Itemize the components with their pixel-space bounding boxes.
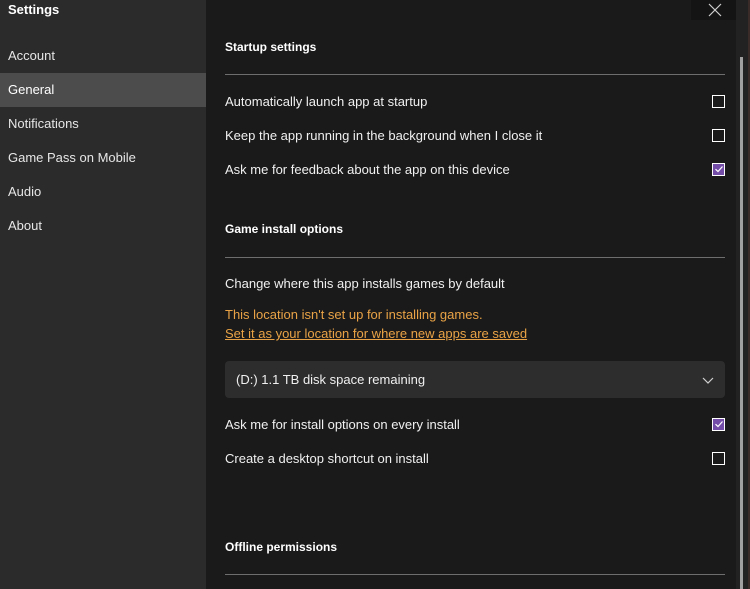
close-button[interactable] (691, 0, 739, 20)
setting-row-run-in-background: Keep the app running in the background w… (225, 125, 725, 145)
divider (225, 257, 725, 258)
settings-content: Startup settings Automatically launch ap… (206, 0, 736, 589)
setting-label: Keep the app running in the background w… (225, 127, 543, 143)
close-icon (708, 3, 722, 17)
divider (225, 74, 725, 75)
checkmark-icon (714, 166, 723, 173)
sidebar-item-audio[interactable]: Audio (0, 175, 206, 209)
offline-permissions-heading: Offline permissions (225, 540, 338, 554)
sidebar-item-notifications[interactable]: Notifications (0, 107, 206, 141)
feedback-checkbox[interactable] (712, 162, 725, 176)
sidebar-item-account[interactable]: Account (0, 39, 206, 73)
setting-row-install-options: Ask me for install options on every inst… (225, 414, 725, 434)
sidebar: Settings Account General Notifications G… (0, 0, 206, 589)
sidebar-item-general[interactable]: General (0, 73, 206, 107)
setting-row-feedback: Ask me for feedback about the app on thi… (225, 159, 725, 179)
sidebar-nav: Account General Notifications Game Pass … (0, 39, 206, 243)
desktop-shortcut-checkbox[interactable] (712, 451, 725, 465)
divider (225, 574, 725, 575)
run-in-background-checkbox[interactable] (712, 128, 725, 142)
scrollbar-thumb[interactable] (740, 57, 743, 589)
setting-label: Create a desktop shortcut on install (225, 450, 429, 466)
auto-launch-checkbox[interactable] (712, 94, 725, 108)
location-warning: This location isn't set up for installin… (225, 307, 483, 322)
sidebar-title: Settings (8, 2, 60, 17)
sidebar-item-game-pass-on-mobile[interactable]: Game Pass on Mobile (0, 141, 206, 175)
chevron-down-icon (702, 377, 714, 384)
install-drive-value: (D:) 1.1 TB disk space remaining (236, 372, 426, 387)
checkmark-icon (714, 421, 723, 428)
set-location-link[interactable]: Set it as your location for where new ap… (225, 326, 527, 341)
setting-label: Automatically launch app at startup (225, 93, 428, 109)
setting-row-desktop-shortcut: Create a desktop shortcut on install (225, 448, 725, 468)
game-install-options-heading: Game install options (225, 222, 344, 236)
startup-settings-heading: Startup settings (225, 40, 317, 54)
install-options-checkbox[interactable] (712, 417, 725, 431)
install-location-label-row: Change where this app installs games by … (225, 273, 725, 293)
setting-label: Ask me for install options on every inst… (225, 416, 460, 432)
setting-label: Ask me for feedback about the app on thi… (225, 161, 510, 177)
install-drive-dropdown[interactable]: (D:) 1.1 TB disk space remaining (225, 361, 725, 398)
setting-row-auto-launch: Automatically launch app at startup (225, 91, 725, 111)
sidebar-item-about[interactable]: About (0, 209, 206, 243)
install-location-label: Change where this app installs games by … (225, 275, 505, 291)
